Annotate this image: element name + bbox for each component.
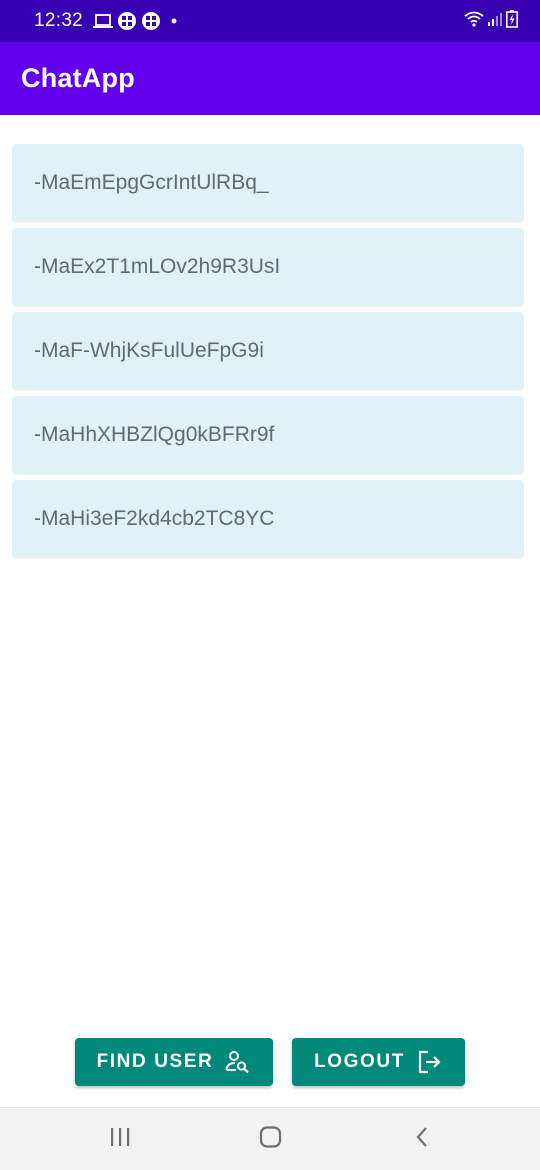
- list-item[interactable]: -MaHhXHBZlQg0kBFRr9f: [12, 396, 524, 474]
- status-system-icons: [464, 9, 518, 33]
- signal-icon: [488, 11, 502, 32]
- app-icon: [117, 11, 137, 31]
- back-button[interactable]: [403, 1124, 443, 1154]
- system-nav-bar: [0, 1107, 540, 1170]
- logout-button[interactable]: LOGOUT: [292, 1038, 465, 1086]
- logout-icon: [417, 1049, 443, 1075]
- app-bar: ChatApp: [0, 42, 540, 115]
- app-icon: [141, 11, 161, 31]
- list-item-label: -MaHhXHBZlQg0kBFRr9f: [34, 423, 275, 446]
- app-title: ChatApp: [21, 63, 135, 93]
- list-item-label: -MaEmEpgGcrIntUlRBq_: [34, 171, 269, 194]
- chat-app-screen: 12:32 ChatApp -MaEmEpgGcrIntUlRBq_ -MaEx…: [0, 0, 540, 1170]
- list-item-label: -MaF-WhjKsFulUeFpG9i: [34, 339, 264, 362]
- find-user-button[interactable]: FIND USER: [75, 1038, 273, 1086]
- home-button[interactable]: [251, 1124, 291, 1154]
- status-notification-icons: [93, 11, 177, 31]
- recents-icon: [109, 1127, 131, 1152]
- laptop-icon: [93, 13, 114, 29]
- list-item[interactable]: -MaF-WhjKsFulUeFpG9i: [12, 312, 524, 390]
- recents-button[interactable]: [100, 1124, 140, 1154]
- dot-icon: [171, 18, 177, 24]
- logout-label: LOGOUT: [314, 1051, 405, 1072]
- list-item-label: -MaEx2T1mLOv2h9R3UsI: [34, 255, 281, 278]
- list-item[interactable]: -MaHi3eF2kd4cb2TC8YC: [12, 480, 524, 558]
- list-item[interactable]: -MaEx2T1mLOv2h9R3UsI: [12, 228, 524, 306]
- wifi-icon: [464, 11, 484, 32]
- back-icon: [414, 1126, 432, 1153]
- home-icon: [259, 1125, 283, 1153]
- find-user-label: FIND USER: [96, 1051, 214, 1072]
- status-bar: 12:32: [0, 0, 540, 42]
- battery-charging-icon: [506, 9, 518, 33]
- list-item-label: -MaHi3eF2kd4cb2TC8YC: [34, 507, 275, 530]
- status-time: 12:32: [34, 10, 84, 31]
- list-item[interactable]: -MaEmEpgGcrIntUlRBq_: [12, 144, 524, 222]
- person-search-icon: [225, 1049, 251, 1075]
- chat-list: -MaEmEpgGcrIntUlRBq_ -MaEx2T1mLOv2h9R3Us…: [12, 144, 524, 564]
